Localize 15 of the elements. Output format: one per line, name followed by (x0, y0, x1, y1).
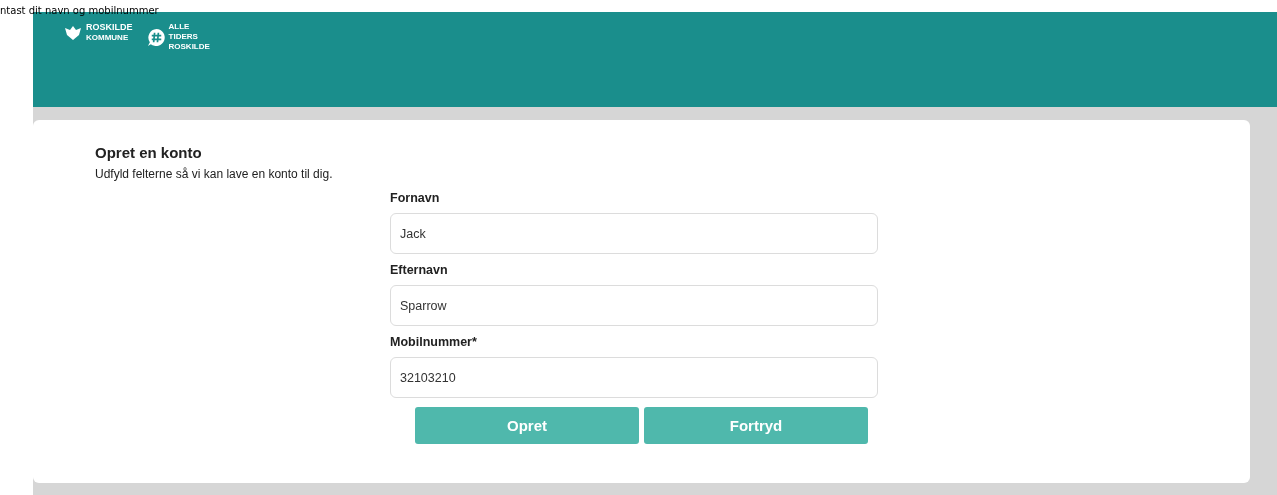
form-title: Opret en konto (95, 144, 203, 161)
field-label: Efternavn (390, 263, 449, 277)
logo-text: TIDERS (168, 32, 199, 42)
hash-bubble-icon (146, 27, 166, 47)
input-field[interactable]: Jack (390, 213, 878, 254)
crest-icon (63, 24, 83, 41)
logo-text: ALLE (168, 22, 191, 32)
form-subtitle: Udfyld felterne så vi kan lave en konto til dig. (95, 167, 334, 181)
input-field[interactable]: 32103210 (390, 357, 878, 398)
input-field[interactable]: Sparrow (390, 285, 878, 326)
field-label: Fornavn (390, 191, 441, 205)
logo-text: KOMMUNE (86, 33, 130, 43)
logo-text: ROSKILDE (168, 42, 210, 52)
field-label: Mobilnummer* (390, 335, 478, 349)
logo-text: ROSKILDE (86, 22, 133, 33)
